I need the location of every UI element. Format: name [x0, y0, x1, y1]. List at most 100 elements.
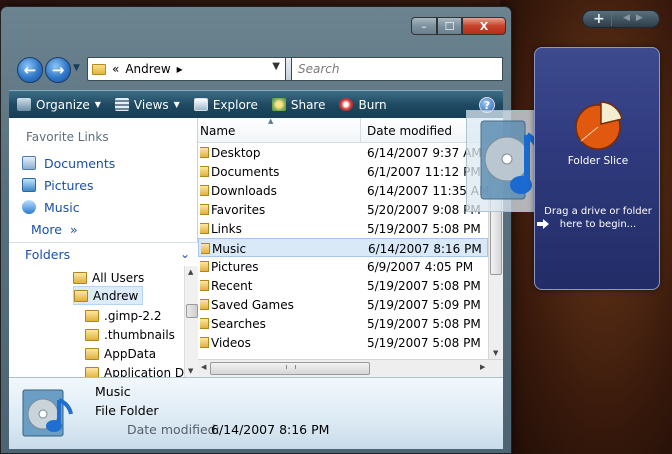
folder-tree: All Users Andrew .gimp-2.2 .thumbnails A… — [9, 266, 184, 377]
drop-arrow-icon — [537, 219, 549, 229]
tree-scrollbar[interactable]: ▲ ▼ — [184, 266, 198, 377]
documents-icon — [22, 156, 36, 170]
more-link[interactable]: More » — [31, 218, 115, 240]
folder-icon — [200, 337, 209, 348]
tree-scroll-thumb[interactable] — [186, 304, 198, 318]
tree-item-andrew[interactable]: Andrew — [73, 286, 144, 305]
folder-icon — [85, 347, 99, 360]
scroll-up-icon[interactable]: ▲ — [188, 268, 193, 276]
column-divider[interactable] — [360, 118, 361, 143]
tree-item-label: .gimp-2.2 — [104, 308, 162, 323]
folder-icon — [200, 204, 209, 215]
recent-pages-dropdown[interactable]: ▼ — [73, 63, 80, 73]
burn-button[interactable]: Burn — [339, 97, 387, 112]
tree-item-gimp[interactable]: .gimp-2.2 — [85, 306, 162, 325]
file-row[interactable]: Saved Games 5/19/2007 5:09 PM — [198, 295, 488, 314]
file-row[interactable]: Favorites 5/20/2007 9:08 PM — [198, 200, 488, 219]
file-name: Pictures — [211, 260, 259, 274]
tree-item-appdata[interactable]: AppData — [85, 344, 156, 363]
organize-icon — [17, 98, 31, 111]
folder-slice-gadget[interactable]: Folder Slice Drag a drive or folder here… — [534, 47, 660, 290]
folder-icon — [200, 185, 209, 196]
file-rows: Desktop 6/14/2007 9:37 AM Documents 6/1/200… — [198, 143, 489, 352]
organize-label: Organize — [36, 97, 90, 112]
views-button[interactable]: Views ▼ — [114, 97, 180, 112]
close-button[interactable]: X — [462, 17, 506, 35]
column-header-name[interactable]: Name — [200, 124, 235, 138]
file-row[interactable]: Downloads 6/14/2007 11:35 AM — [198, 181, 489, 200]
navigation-pane: Favorite Links Documents Pictures Music … — [9, 118, 198, 377]
navigation-row: ← → ▼ « Andrew ▸ ▼ ⇆ Search — [15, 53, 505, 83]
scroll-right-icon[interactable]: ▶ — [480, 363, 485, 371]
details-item-name: Music — [95, 384, 131, 399]
gadget-instruction-line: here to begin... — [559, 219, 637, 230]
explore-button[interactable]: Explore — [193, 98, 258, 112]
address-separator: « — [112, 62, 120, 76]
address-arrow-icon[interactable]: ▸ — [177, 62, 183, 76]
tree-item-label: Andrew — [93, 288, 139, 303]
pie-chart-icon — [575, 101, 623, 150]
folder-icon — [200, 261, 209, 272]
burn-label: Burn — [358, 97, 387, 112]
organize-button[interactable]: Organize ▼ — [17, 98, 101, 112]
maximize-button[interactable]: ☐ — [437, 17, 462, 35]
user-folder-icon — [74, 289, 88, 302]
favorite-label: Documents — [44, 155, 116, 171]
details-date-value: 6/14/2007 8:16 PM — [211, 422, 330, 437]
minimize-button[interactable]: – — [411, 17, 437, 35]
address-bar[interactable]: « Andrew ▸ ▼ — [87, 57, 287, 81]
file-row[interactable]: Desktop 6/14/2007 9:37 AM — [198, 143, 488, 162]
pictures-icon — [22, 178, 36, 192]
file-row[interactable]: Pictures 6/9/2007 4:05 PM — [198, 257, 488, 276]
file-name: Documents — [211, 165, 280, 179]
file-name: Links — [211, 222, 242, 236]
file-name: Desktop — [211, 146, 261, 160]
scroll-left-icon[interactable]: ◀ — [201, 363, 206, 371]
music-icon — [22, 200, 36, 214]
gadget-instruction-line: Drag a drive or folder — [544, 206, 652, 217]
back-button[interactable]: ← — [17, 57, 43, 83]
file-name: Recent — [211, 279, 253, 293]
favorite-documents[interactable]: Documents — [22, 152, 115, 174]
address-path[interactable]: Andrew — [125, 62, 170, 76]
favorite-pictures[interactable]: Pictures — [22, 174, 115, 196]
file-date-modified: 5/19/2007 5:08 PM — [367, 222, 481, 236]
tree-item-all-users[interactable]: All Users — [73, 268, 144, 287]
chevron-down-icon: ⌄ — [179, 247, 190, 261]
address-dropdown-icon[interactable]: ▼ — [272, 61, 280, 72]
file-row[interactable]: Links 5/19/2007 5:08 PM — [198, 219, 488, 238]
file-name: Searches — [211, 317, 266, 331]
file-row[interactable]: Documents 6/1/2007 11:12 PM — [198, 162, 488, 181]
folder-icon — [200, 223, 209, 234]
share-button[interactable]: Share — [271, 98, 325, 112]
file-row[interactable]: Music 6/14/2007 8:16 PM — [198, 238, 488, 257]
scroll-down-icon[interactable]: ▼ — [188, 367, 193, 375]
folder-icon — [200, 147, 209, 158]
views-icon — [114, 98, 129, 111]
file-row[interactable]: Searches 5/19/2007 5:08 PM — [198, 314, 488, 333]
tree-item-thumbnails[interactable]: .thumbnails — [85, 325, 175, 344]
file-row[interactable]: Recent 5/19/2007 5:08 PM — [198, 276, 488, 295]
horizontal-scrollbar[interactable]: ◀ ▶ — [198, 359, 503, 377]
shortcut-folder-icon — [85, 366, 99, 377]
file-row[interactable]: Videos 5/19/2007 5:08 PM — [198, 333, 488, 352]
sort-ascending-icon: ▲ — [268, 118, 274, 125]
search-input[interactable]: Search — [291, 57, 503, 81]
add-gadget-button[interactable]: + — [593, 11, 605, 27]
sidebar-gadget-bar: + ◀▶ — [582, 10, 660, 28]
file-date-modified: 5/19/2007 5:08 PM — [367, 336, 481, 350]
folders-toggle[interactable]: Folders ⌄ — [9, 242, 198, 266]
favorite-music[interactable]: Music — [22, 196, 115, 218]
gadget-bar-divider — [611, 14, 612, 26]
explore-icon — [193, 98, 208, 111]
views-label: Views — [133, 97, 169, 112]
forward-button[interactable]: → — [45, 57, 71, 83]
column-header-date[interactable]: Date modified — [367, 124, 452, 138]
file-date-modified: 6/1/2007 11:12 PM — [367, 165, 481, 179]
folder-icon — [200, 280, 209, 291]
tree-item-application-data[interactable]: Application Da — [85, 363, 184, 377]
gadget-nav-arrows-icon[interactable]: ◀▶ — [623, 13, 649, 23]
gadget-instructions: Drag a drive or folder here to begin... — [535, 205, 661, 231]
folder-icon — [200, 166, 209, 177]
scroll-down-icon[interactable]: ▼ — [493, 349, 498, 357]
